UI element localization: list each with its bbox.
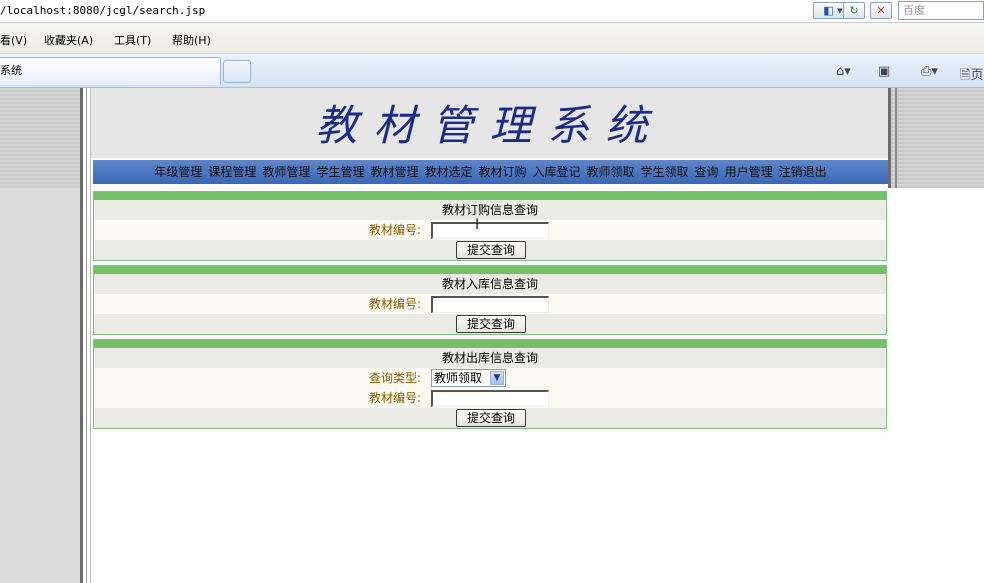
stock-in-code-input[interactable] — [431, 296, 549, 313]
stock-out-code-input[interactable] — [431, 390, 549, 407]
refresh-icon: ↻ — [849, 4, 859, 17]
feed-icon[interactable]: ▣ — [878, 64, 890, 79]
stock-in-query-heading: 教材入库信息查询 — [441, 277, 538, 291]
search-input[interactable]: 百度 — [898, 1, 984, 20]
stock-out-query-panel: 教材出库信息查询 查询类型: 教师领取 ▼ 教材编号: 提交查询 — [93, 339, 887, 429]
nav-textbook[interactable]: 教材管理 — [370, 160, 418, 184]
main-nav: 年级管理 课程管理 教师管理 学生管理 教材管理 教材选定 教材订购 入库登记 教师领取 学生领取… — [93, 160, 888, 184]
stock-out-code-label: 教材编号: — [368, 391, 421, 405]
stock-out-query-heading: 教材出库信息查询 — [441, 351, 538, 365]
stop-button[interactable]: ✕ — [870, 2, 892, 19]
menu-help[interactable]: 帮助(H) — [172, 32, 211, 48]
site-header: 教材管理系统 — [91, 88, 888, 158]
order-code-label: 教材编号: — [368, 223, 421, 237]
nav-student[interactable]: 学生管理 — [316, 160, 364, 184]
nav-course[interactable]: 课程管理 — [208, 160, 256, 184]
compat-icon: ◧ ▾ — [823, 4, 843, 17]
right-background — [888, 88, 984, 188]
stock-in-query-panel: 教材入库信息查询 教材编号: 提交查询 — [93, 265, 887, 335]
print-icon[interactable]: ⎙▾ — [921, 64, 938, 79]
nav-teacher[interactable]: 教师管理 — [262, 160, 310, 184]
menu-favorites[interactable]: 收藏夹(A) — [44, 32, 93, 48]
order-query-panel: 教材订购信息查询 教材编号: I 提交查询 — [93, 191, 887, 261]
address-bar[interactable]: /localhost:8080/jcgl/search.jsp ◧ ▾ ↻ ✕ … — [0, 0, 984, 23]
search-placeholder: 百度 — [903, 4, 925, 17]
order-query-heading: 教材订购信息查询 — [441, 203, 538, 217]
menu-tools[interactable]: 工具(T) — [114, 32, 151, 48]
tab-bar: 系统 ⌂▾ ▣ ⎙▾ 🗎页 — [0, 54, 984, 88]
nav-query[interactable]: 查询 — [695, 160, 719, 184]
menu-bar: 看(V) 收藏夹(A) 工具(T) 帮助(H) — [0, 23, 984, 54]
nav-logout[interactable]: 注销退出 — [779, 160, 827, 184]
nav-selection[interactable]: 教材选定 — [424, 160, 472, 184]
stock-out-submit-button[interactable]: 提交查询 — [456, 409, 526, 427]
chevron-down-icon[interactable]: ▼ — [490, 371, 504, 385]
nav-grade[interactable]: 年级管理 — [154, 160, 202, 184]
refresh-button[interactable]: ↻ — [843, 2, 865, 19]
page-menu-label: 页 — [970, 68, 984, 83]
stock-in-submit-button[interactable]: 提交查询 — [456, 315, 526, 333]
stock-in-code-label: 教材编号: — [368, 297, 421, 311]
site-title: 教材管理系统 — [315, 101, 664, 150]
stock-out-type-label: 查询类型: — [368, 371, 421, 385]
tab-current[interactable]: 系统 — [0, 57, 221, 85]
new-tab-button[interactable] — [223, 60, 251, 83]
nav-teacher-take[interactable]: 教师领取 — [587, 160, 635, 184]
left-background — [0, 88, 80, 583]
nav-users[interactable]: 用户管理 — [725, 160, 773, 184]
stock-out-type-select[interactable]: 教师领取 ▼ — [431, 369, 506, 387]
home-icon[interactable]: ⌂▾ — [836, 64, 851, 79]
page-viewport: 教材管理系统 年级管理 课程管理 教师管理 学生管理 教材管理 教材选定 教材订购 入库登记教… — [0, 88, 984, 583]
page-icon[interactable]: 🗎页 — [960, 64, 983, 88]
nav-student-take[interactable]: 学生领取 — [641, 160, 689, 184]
order-submit-button[interactable]: 提交查询 — [456, 241, 526, 259]
menu-view[interactable]: 看(V) — [0, 32, 27, 48]
nav-stock-in[interactable]: 入库登记 — [533, 160, 581, 184]
text-cursor-icon: I — [475, 217, 480, 233]
stop-icon: ✕ — [876, 4, 886, 17]
order-code-input[interactable] — [431, 222, 549, 239]
url-text[interactable]: /localhost:8080/jcgl/search.jsp — [0, 4, 205, 17]
nav-order[interactable]: 教材订购 — [478, 160, 526, 184]
stock-out-type-value: 教师领取 — [434, 371, 483, 385]
tab-title: 系统 — [0, 64, 22, 77]
